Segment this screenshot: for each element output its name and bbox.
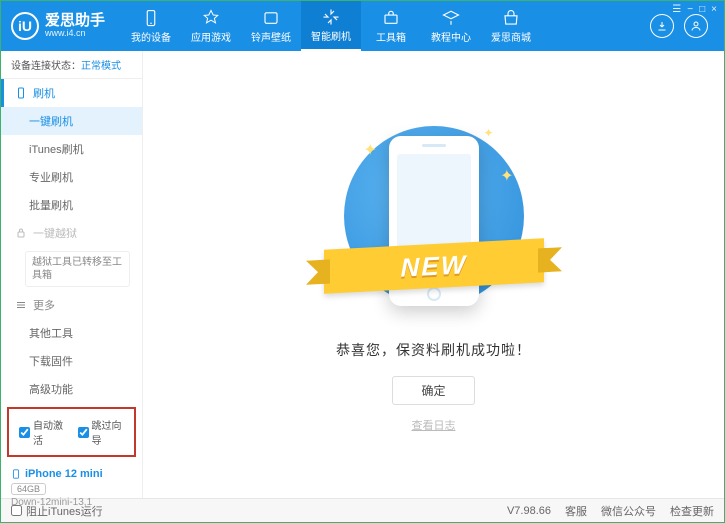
store-icon xyxy=(502,9,520,27)
phone-icon xyxy=(15,87,27,99)
status-value: 正常模式 xyxy=(81,61,121,72)
nav-label: 工具箱 xyxy=(376,29,406,44)
banner-text: NEW xyxy=(400,249,467,283)
section-label: 一键越狱 xyxy=(33,225,77,241)
nav-label: 铃声壁纸 xyxy=(251,29,291,44)
logo-icon: iU xyxy=(11,12,39,40)
connection-status: 设备连接状态：正常模式 xyxy=(1,51,142,79)
device-name: iPhone 12 mini xyxy=(11,467,132,481)
window-controls: ☰ − □ × xyxy=(672,4,717,15)
success-message: 恭喜您，保资料刷机成功啦！ xyxy=(336,340,531,360)
sidebar-more-section[interactable]: 更多 xyxy=(1,291,142,319)
phone-icon xyxy=(11,467,21,481)
settings-button[interactable]: ☰ xyxy=(672,4,681,15)
sidebar-jailbreak-section[interactable]: 一键越狱 xyxy=(1,219,142,247)
checkbox-label: 跳过向导 xyxy=(92,417,125,447)
success-illustration: ✦✦✦ NEW xyxy=(324,116,544,326)
sidebar-itunes-flash[interactable]: iTunes刷机 xyxy=(1,135,142,163)
sidebar-flash-section[interactable]: 刷机 xyxy=(1,79,142,107)
logo-area: iU 爱思助手 www.i4.cn xyxy=(11,12,121,40)
sidebar-one-click-flash[interactable]: 一键刷机 xyxy=(1,107,142,135)
tutorial-icon xyxy=(442,9,460,27)
check-update-link[interactable]: 检查更新 xyxy=(670,503,714,519)
sidebar-advanced[interactable]: 高级功能 xyxy=(1,375,142,403)
auto-activate-checkbox[interactable]: 自动激活 xyxy=(19,417,66,447)
skip-guide-checkbox[interactable]: 跳过向导 xyxy=(78,417,125,447)
section-label: 更多 xyxy=(33,297,55,313)
customer-service-link[interactable]: 客服 xyxy=(565,503,587,519)
nav-label: 我的设备 xyxy=(131,29,171,44)
phone-icon xyxy=(142,9,160,27)
confirm-button[interactable]: 确定 xyxy=(392,376,474,405)
nav-label: 智能刷机 xyxy=(311,28,351,43)
header-right xyxy=(650,14,714,38)
toolbox-icon xyxy=(382,9,400,27)
flash-icon xyxy=(322,8,340,26)
flash-options: 自动激活 跳过向导 xyxy=(7,407,136,457)
main-content: ✦✦✦ NEW 恭喜您，保资料刷机成功啦！ 确定 查看日志 xyxy=(143,51,724,498)
brand: 爱思助手 www.i4.cn xyxy=(45,13,105,39)
nav-store[interactable]: 爱思商城 xyxy=(481,1,541,51)
menu-icon xyxy=(15,299,27,311)
device-storage: 64GB xyxy=(11,483,46,495)
block-itunes-checkbox[interactable]: 阻止iTunes运行 xyxy=(11,503,103,519)
nav-my-device[interactable]: 我的设备 xyxy=(121,1,181,51)
brand-url: www.i4.cn xyxy=(45,29,105,39)
account-button[interactable] xyxy=(684,14,708,38)
sidebar-other-tools[interactable]: 其他工具 xyxy=(1,319,142,347)
device-name-text: iPhone 12 mini xyxy=(25,468,103,480)
nav-smart-flash[interactable]: 智能刷机 xyxy=(301,1,361,51)
brand-title: 爱思助手 xyxy=(45,13,105,30)
sidebar-batch-flash[interactable]: 批量刷机 xyxy=(1,191,142,219)
minimize-button[interactable]: − xyxy=(687,4,693,15)
version-label: V7.98.66 xyxy=(507,505,551,517)
nav-apps-games[interactable]: 应用游戏 xyxy=(181,1,241,51)
nav-tutorial[interactable]: 教程中心 xyxy=(421,1,481,51)
sidebar-pro-flash[interactable]: 专业刷机 xyxy=(1,163,142,191)
nav-label: 爱思商城 xyxy=(491,29,531,44)
section-label: 刷机 xyxy=(33,85,55,101)
sidebar: 设备连接状态：正常模式 刷机 一键刷机 iTunes刷机 专业刷机 批量刷机 一… xyxy=(1,51,143,498)
nav-label: 教程中心 xyxy=(431,29,471,44)
nav-ringtone-wallpaper[interactable]: 铃声壁纸 xyxy=(241,1,301,51)
app-header: ☰ − □ × iU 爱思助手 www.i4.cn 我的设备 应用游戏 铃声壁纸… xyxy=(1,1,724,51)
wallpaper-icon xyxy=(262,9,280,27)
nav-label: 应用游戏 xyxy=(191,29,231,44)
apps-icon xyxy=(202,9,220,27)
close-button[interactable]: × xyxy=(711,4,717,15)
download-button[interactable] xyxy=(650,14,674,38)
maximize-button[interactable]: □ xyxy=(699,4,705,15)
status-label: 设备连接状态： xyxy=(11,61,81,72)
checkbox-label: 阻止iTunes运行 xyxy=(26,503,103,519)
view-log-link[interactable]: 查看日志 xyxy=(412,417,456,433)
top-nav: 我的设备 应用游戏 铃声壁纸 智能刷机 工具箱 教程中心 爱思商城 xyxy=(121,1,650,51)
jailbreak-notice: 越狱工具已转移至工具箱 xyxy=(25,251,130,287)
lock-icon xyxy=(15,227,27,239)
nav-toolbox[interactable]: 工具箱 xyxy=(361,1,421,51)
checkbox-label: 自动激活 xyxy=(33,417,66,447)
wechat-link[interactable]: 微信公众号 xyxy=(601,503,656,519)
sidebar-download-firmware[interactable]: 下载固件 xyxy=(1,347,142,375)
